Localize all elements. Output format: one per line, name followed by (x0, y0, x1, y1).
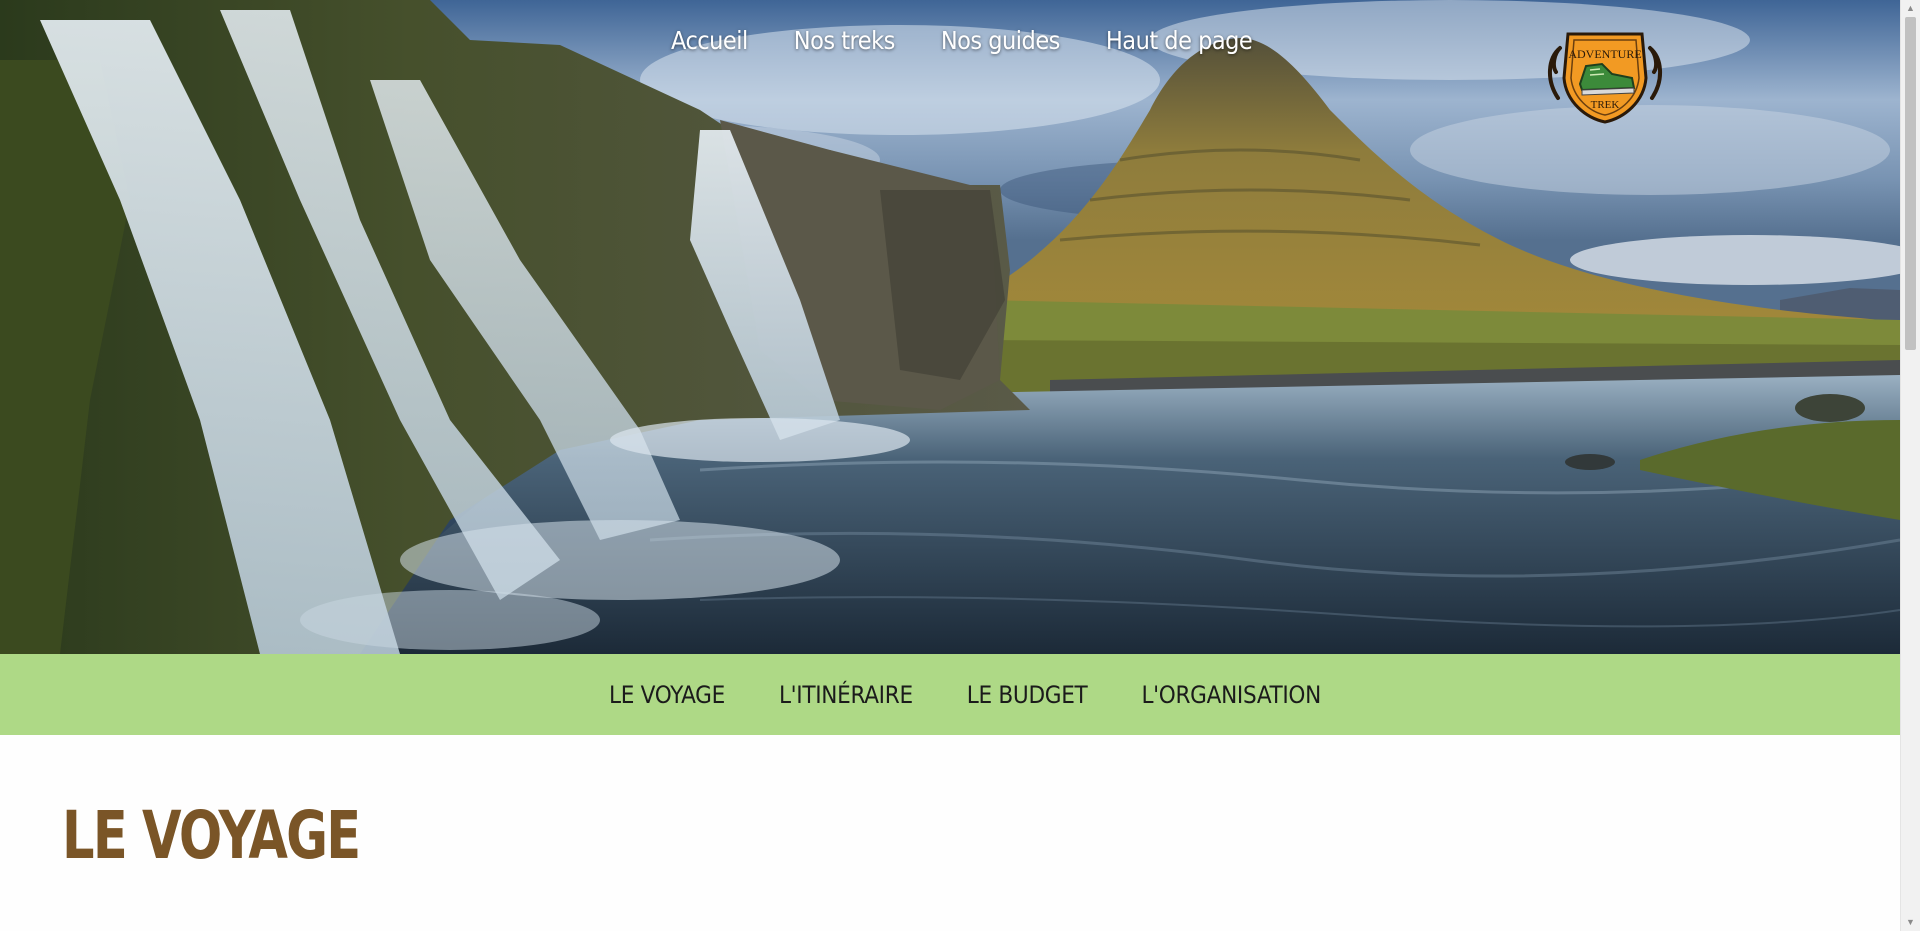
logo-text-trek: TREK (1591, 99, 1620, 111)
page: Accueil Nos treks Nos guides Haut de pag… (0, 0, 1920, 931)
section-navigation-list: LE VOYAGE L'ITINÉRAIRE LE BUDGET L'ORGAN… (582, 681, 1348, 709)
nav-link-accueil[interactable]: Accueil (648, 22, 771, 59)
nav-link-nos-guides[interactable]: Nos guides (918, 22, 1083, 59)
section-title: LE VOYAGE (62, 797, 361, 874)
main-content: LE VOYAGE (0, 735, 1900, 931)
section-navigation: LE VOYAGE L'ITINÉRAIRE LE BUDGET L'ORGAN… (0, 654, 1900, 735)
section-link-itineraire[interactable]: L'ITINÉRAIRE (752, 681, 940, 709)
page-scrollbar[interactable]: ▲ ▼ (1900, 0, 1920, 931)
adventure-trek-logo[interactable]: ADVENTURE TREK (1540, 18, 1670, 124)
logo-shield-icon: ADVENTURE TREK (1548, 32, 1662, 124)
section-link-le-voyage[interactable]: LE VOYAGE (582, 681, 752, 709)
hero-banner: Accueil Nos treks Nos guides Haut de pag… (0, 0, 1900, 654)
nav-link-nos-treks[interactable]: Nos treks (771, 22, 918, 59)
logo-text-adventure: ADVENTURE (1568, 47, 1641, 61)
scrollbar-thumb[interactable] (1905, 17, 1916, 350)
section-link-le-budget[interactable]: LE BUDGET (940, 681, 1115, 709)
arrow-up-icon[interactable]: ▲ (1901, 0, 1920, 17)
arrow-down-icon[interactable]: ▼ (1901, 914, 1920, 931)
nav-link-haut-de-page[interactable]: Haut de page (1083, 22, 1275, 59)
section-link-organisation[interactable]: L'ORGANISATION (1114, 681, 1348, 709)
top-navigation: Accueil Nos treks Nos guides Haut de pag… (648, 22, 1275, 59)
